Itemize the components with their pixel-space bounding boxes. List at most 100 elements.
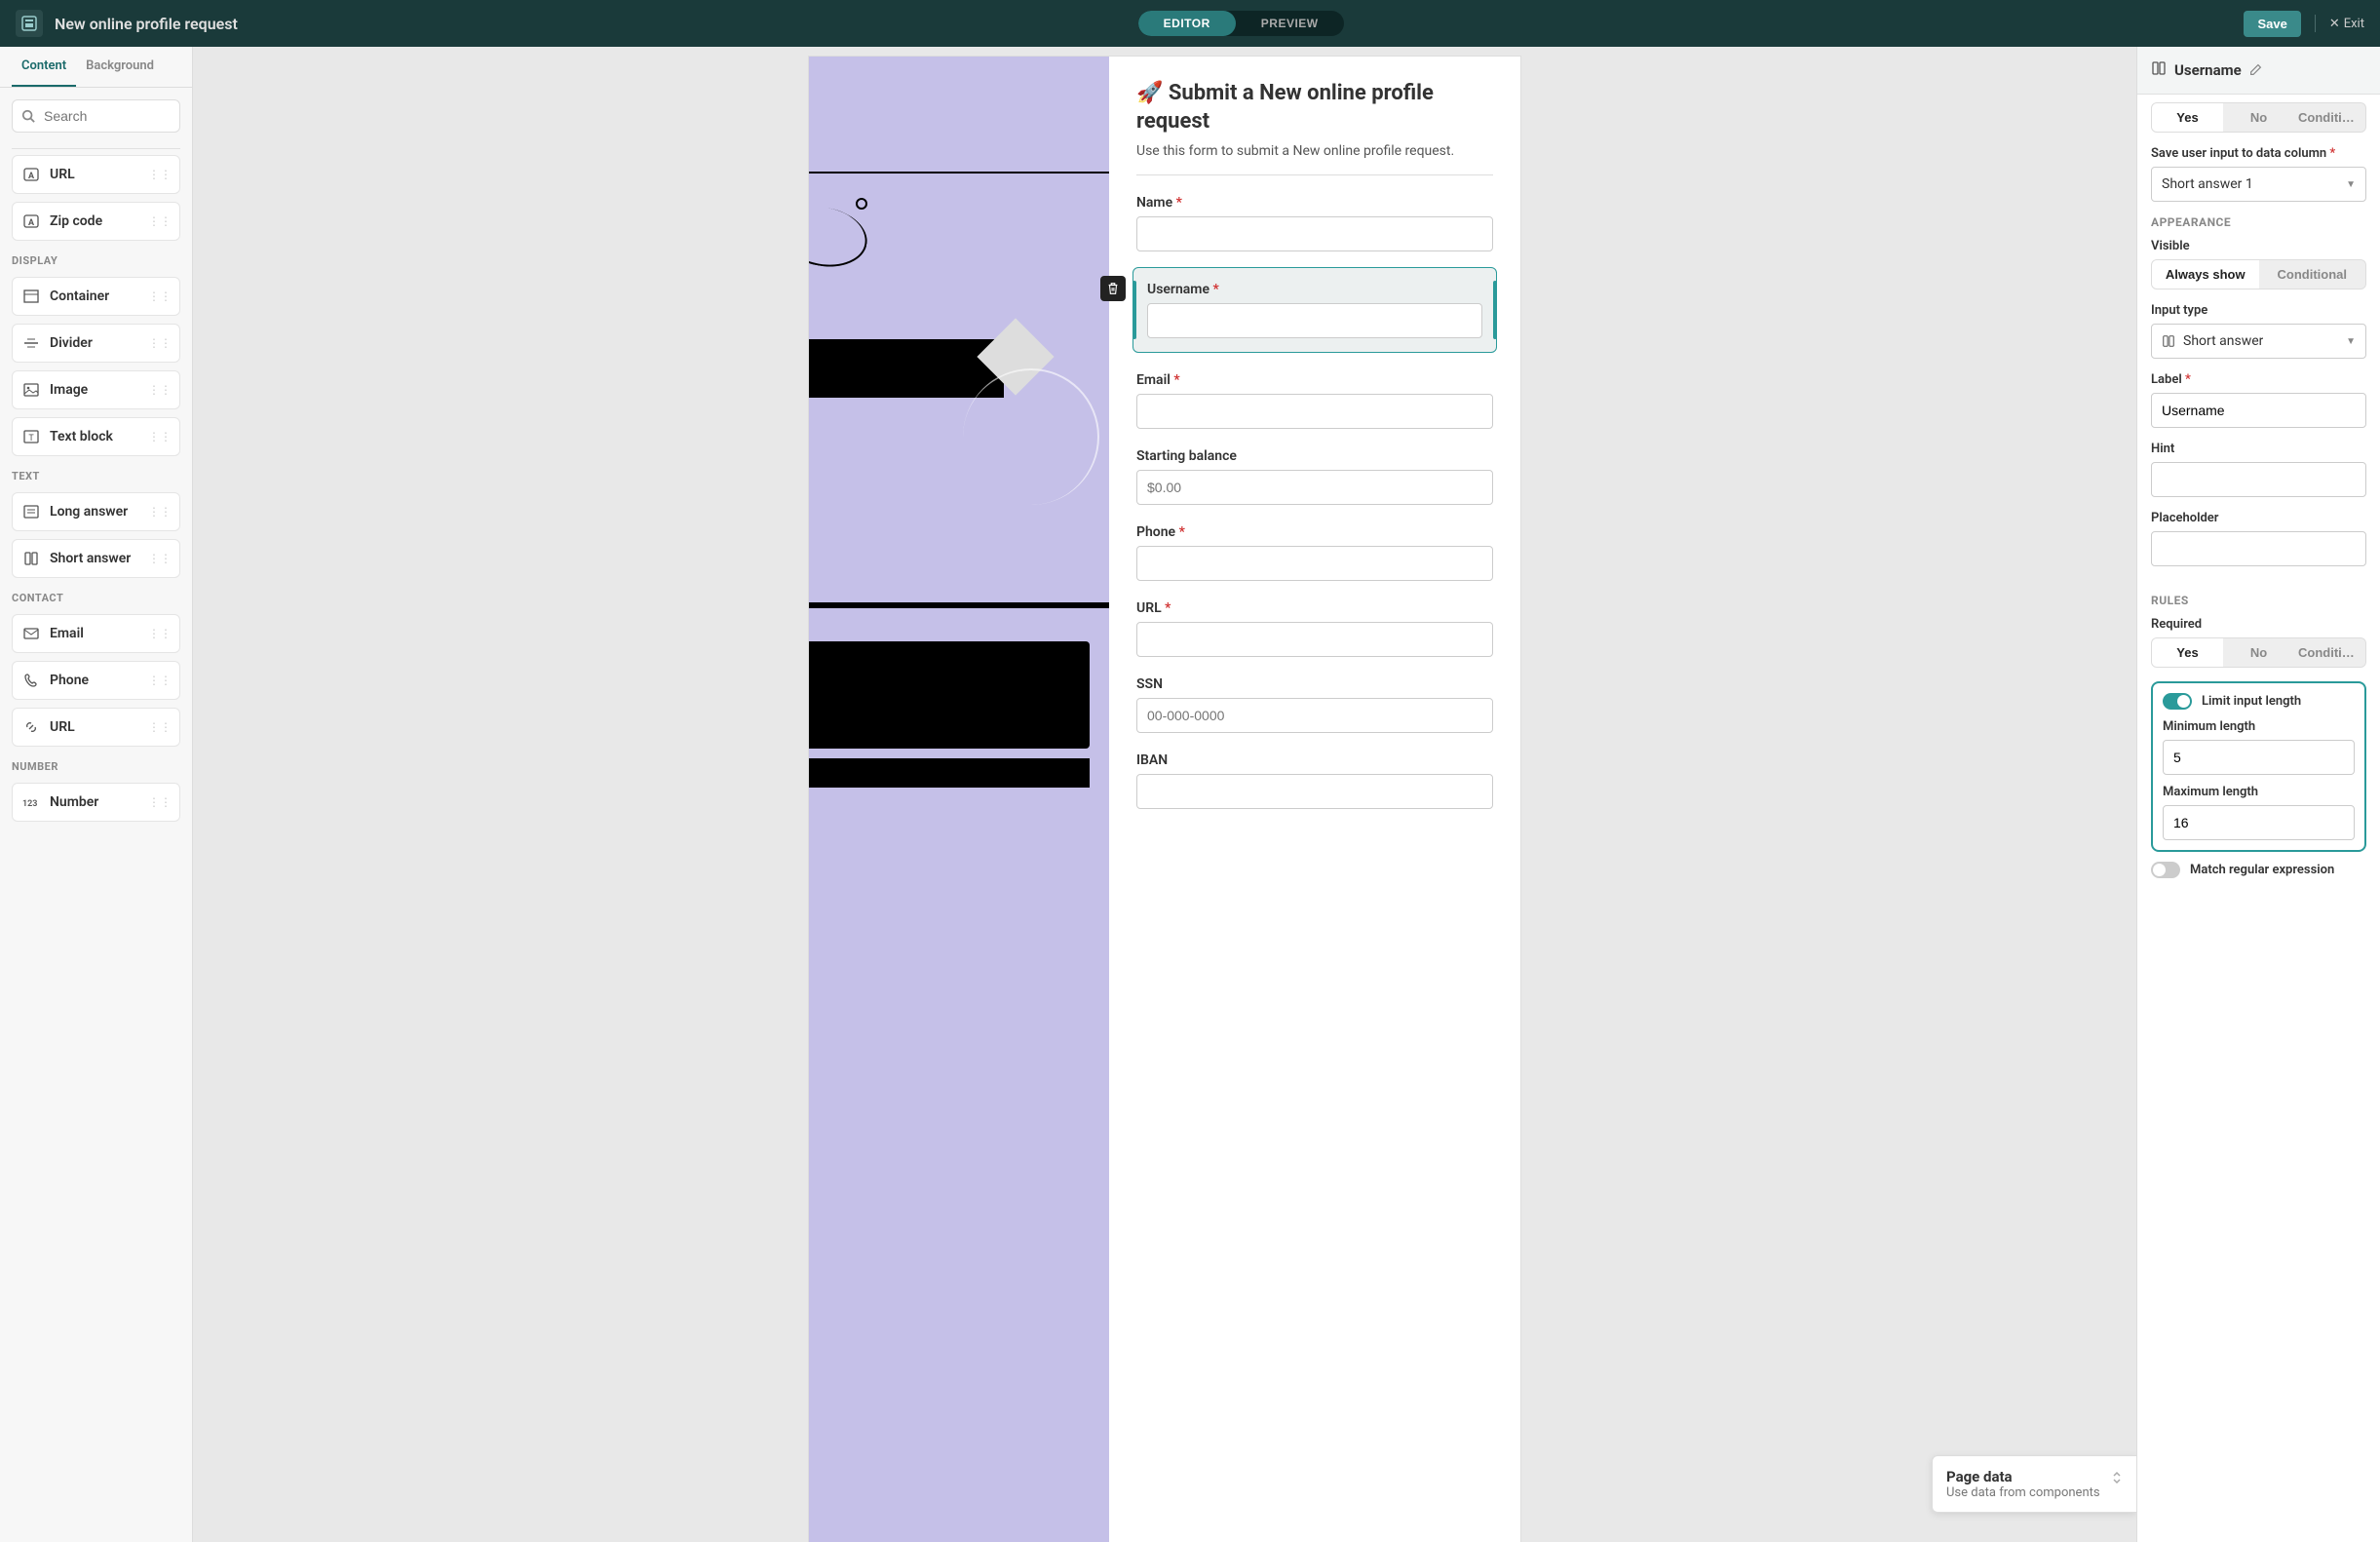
component-divider[interactable]: Divider ⋮⋮ — [12, 324, 180, 363]
tab-preview[interactable]: PREVIEW — [1236, 11, 1344, 36]
drag-handle-icon: ⋮⋮ — [148, 552, 172, 565]
drag-handle-icon: ⋮⋮ — [148, 505, 172, 519]
save-button[interactable]: Save — [2244, 11, 2300, 37]
drag-handle-icon: ⋮⋮ — [148, 289, 172, 303]
section-appearance: APPEARANCE — [2151, 215, 2366, 229]
field-name[interactable]: Name * — [1136, 195, 1493, 251]
min-length-input[interactable] — [2163, 740, 2355, 775]
text-icon: T — [22, 428, 40, 445]
section-text: TEXT — [0, 460, 192, 488]
page-data-panel[interactable]: Page data Use data from components — [1932, 1455, 2136, 1513]
component-number[interactable]: 123 Number ⋮⋮ — [12, 783, 180, 822]
section-number: NUMBER — [0, 751, 192, 779]
short-answer-icon — [2151, 60, 2167, 80]
seg-conditional[interactable]: Conditio… — [2294, 103, 2365, 132]
edit-icon[interactable] — [2249, 61, 2262, 80]
chevron-down-icon: ▼ — [2346, 336, 2356, 347]
sidebar-tab-content[interactable]: Content — [12, 47, 76, 87]
seg-req-no[interactable]: No — [2223, 638, 2294, 667]
seg-req-yes[interactable]: Yes — [2152, 638, 2223, 667]
left-sidebar: Content Background A URL ⋮⋮ A Zip code ⋮… — [0, 47, 193, 1542]
limit-length-box: Limit input length Minimum length Maximu… — [2151, 681, 2366, 852]
label-input[interactable] — [2151, 393, 2366, 428]
component-container[interactable]: Container ⋮⋮ — [12, 277, 180, 316]
field-ssn[interactable]: SSN — [1136, 676, 1493, 733]
phone-input[interactable] — [1136, 546, 1493, 581]
form-title[interactable]: 🚀 Submit a New online profile request — [1136, 80, 1493, 135]
placeholder-input[interactable] — [2151, 531, 2366, 566]
drag-handle-icon: ⋮⋮ — [148, 336, 172, 350]
balance-input[interactable] — [1136, 470, 1493, 505]
component-url[interactable]: A URL ⋮⋮ — [12, 155, 180, 194]
link-icon — [22, 718, 40, 736]
property-title: Username — [2174, 61, 2242, 79]
image-icon — [22, 381, 40, 399]
component-zipcode[interactable]: A Zip code ⋮⋮ — [12, 202, 180, 241]
field-username-selected[interactable]: Username * — [1132, 267, 1497, 353]
drag-handle-icon: ⋮⋮ — [148, 720, 172, 734]
canvas-area: 🚀 Submit a New online profile request Us… — [193, 47, 2136, 1542]
component-textblock[interactable]: T Text block ⋮⋮ — [12, 417, 180, 456]
email-input[interactable] — [1136, 394, 1493, 429]
seg-req-cond[interactable]: Conditio… — [2294, 638, 2365, 667]
section-rules: RULES — [2151, 594, 2366, 607]
chevron-down-icon: ▼ — [2346, 179, 2356, 190]
tab-editor[interactable]: EDITOR — [1138, 11, 1236, 36]
input-type-select[interactable]: Short answer ▼ — [2151, 324, 2366, 359]
seg-always-show[interactable]: Always show — [2152, 260, 2259, 289]
sidebar-tab-background[interactable]: Background — [76, 47, 164, 87]
text-a-icon: A — [22, 212, 40, 230]
component-url2[interactable]: URL ⋮⋮ — [12, 708, 180, 747]
field-email[interactable]: Email * — [1136, 372, 1493, 429]
form-canvas[interactable]: 🚀 Submit a New online profile request Us… — [809, 57, 1520, 1542]
section-contact: CONTACT — [0, 582, 192, 610]
trash-icon — [1106, 282, 1120, 295]
phone-icon — [22, 672, 40, 689]
regex-toggle[interactable] — [2151, 862, 2180, 878]
drag-handle-icon: ⋮⋮ — [148, 795, 172, 809]
view-toggle: EDITOR PREVIEW — [1138, 11, 1344, 36]
drag-handle-icon: ⋮⋮ — [148, 383, 172, 397]
url-input[interactable] — [1136, 622, 1493, 657]
name-input[interactable] — [1136, 216, 1493, 251]
max-length-input[interactable] — [2163, 805, 2355, 840]
search-input[interactable] — [12, 99, 180, 133]
page-data-title: Page data — [1946, 1468, 2123, 1485]
properties-panel: Username Yes No Conditio… Save user inpu… — [2136, 47, 2380, 1542]
drag-handle-icon: ⋮⋮ — [148, 627, 172, 640]
seg-no[interactable]: No — [2223, 103, 2294, 132]
text-a-icon: A — [22, 166, 40, 183]
visible-segment: Always show Conditional — [2151, 259, 2366, 289]
svg-text:A: A — [28, 218, 35, 228]
exit-button[interactable]: ✕ Exit — [2329, 17, 2364, 31]
iban-input[interactable] — [1136, 774, 1493, 809]
component-email[interactable]: Email ⋮⋮ — [12, 614, 180, 653]
delete-button[interactable] — [1100, 276, 1126, 301]
app-icon — [16, 10, 43, 37]
seg-conditional2[interactable]: Conditional — [2259, 260, 2366, 289]
expand-icon[interactable] — [2111, 1470, 2123, 1488]
field-phone[interactable]: Phone * — [1136, 524, 1493, 581]
hint-input[interactable] — [2151, 462, 2366, 497]
form-decoration — [809, 57, 1109, 1542]
component-image[interactable]: Image ⋮⋮ — [12, 370, 180, 409]
field-url[interactable]: URL * — [1136, 600, 1493, 657]
username-input[interactable] — [1147, 303, 1482, 338]
ssn-input[interactable] — [1136, 698, 1493, 733]
seg-yes[interactable]: Yes — [2152, 103, 2223, 132]
svg-text:T: T — [28, 434, 34, 443]
search-icon — [21, 108, 35, 127]
save-column-select[interactable]: Short answer 1 ▼ — [2151, 167, 2366, 202]
component-short-answer[interactable]: Short answer ⋮⋮ — [12, 539, 180, 578]
field-iban[interactable]: IBAN — [1136, 752, 1493, 809]
short-answer-icon — [22, 550, 40, 567]
limit-length-toggle[interactable] — [2163, 693, 2192, 710]
svg-text:A: A — [28, 172, 35, 181]
long-answer-icon — [22, 503, 40, 520]
form-description[interactable]: Use this form to submit a New online pro… — [1136, 143, 1493, 159]
field-balance[interactable]: Starting balance — [1136, 448, 1493, 505]
component-long-answer[interactable]: Long answer ⋮⋮ — [12, 492, 180, 531]
short-answer-icon — [2162, 334, 2175, 348]
container-icon — [22, 288, 40, 305]
component-phone[interactable]: Phone ⋮⋮ — [12, 661, 180, 700]
